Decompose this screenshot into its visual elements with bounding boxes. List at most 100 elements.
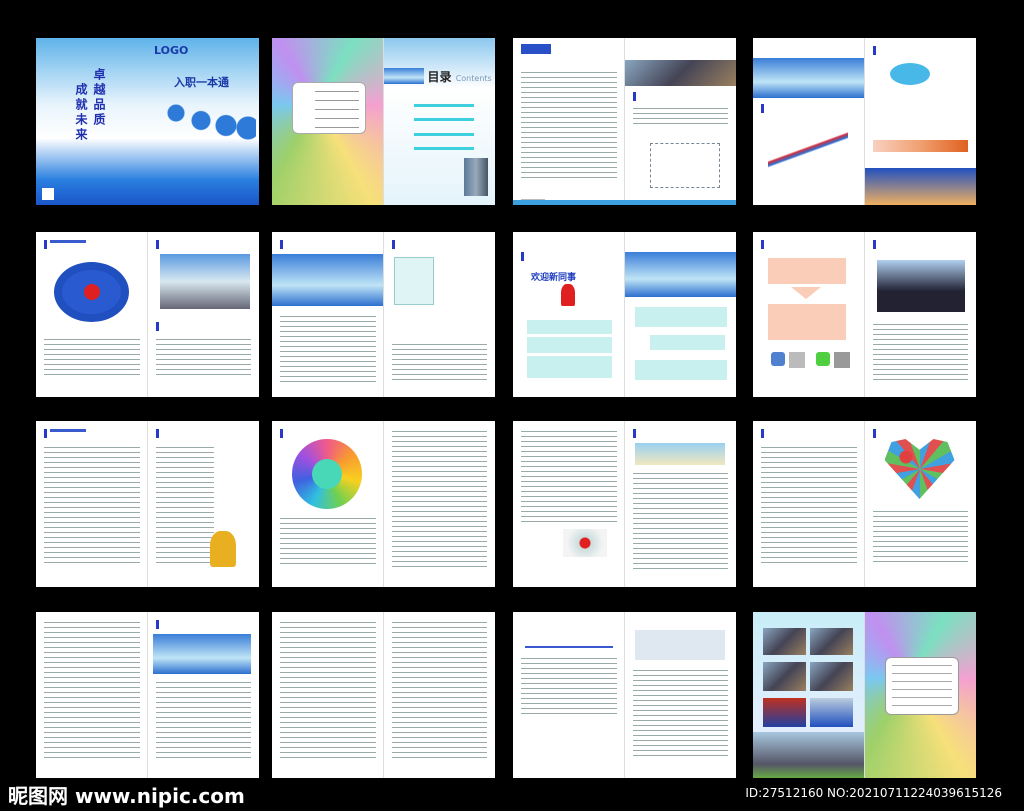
heading-marker	[280, 429, 283, 438]
toc-item[interactable]	[413, 104, 474, 107]
heading-marker	[155, 429, 159, 438]
page	[36, 612, 148, 778]
values-spread	[36, 232, 259, 397]
page	[513, 38, 625, 205]
info-form	[292, 82, 366, 134]
building-photos	[624, 60, 736, 86]
page	[36, 232, 148, 397]
form-lines[interactable]	[632, 668, 728, 760]
heading-marker	[761, 104, 764, 113]
contents-page: 目录 Contents	[383, 38, 495, 205]
note-box	[768, 258, 846, 284]
philosophy-spread	[272, 232, 495, 397]
team-illustration	[563, 529, 607, 557]
body-text	[155, 680, 251, 760]
heading-marker	[632, 92, 636, 101]
page	[625, 612, 737, 778]
cover-page: LOGO 入职一本通 卓越品质 成就未来	[36, 38, 259, 205]
down-arrow-icon	[791, 287, 821, 299]
tip-box	[634, 360, 727, 380]
section-tag	[521, 44, 551, 54]
body-text	[44, 445, 140, 567]
welcome-heading: 欢迎新同事	[531, 273, 577, 283]
heading	[50, 240, 86, 243]
event-photo	[810, 628, 853, 655]
event-photo	[763, 662, 806, 691]
compass-image	[152, 634, 251, 674]
toc-item[interactable]	[413, 147, 474, 150]
body-text	[44, 337, 140, 379]
buildings-image	[463, 158, 488, 196]
heading-marker	[632, 429, 636, 438]
page	[272, 612, 384, 778]
body-text	[632, 471, 728, 569]
slogan-left: 成就未来	[74, 83, 88, 143]
conduct-spread	[36, 612, 259, 778]
page	[513, 421, 625, 587]
etiquette-spread	[753, 232, 976, 397]
toc-item[interactable]	[413, 133, 474, 136]
body-text	[391, 429, 487, 569]
page	[36, 421, 148, 587]
heading-marker	[155, 322, 159, 331]
notice-spread	[513, 612, 736, 778]
back-cover-poly	[864, 612, 976, 778]
page: 欢迎新同事	[513, 232, 625, 397]
page	[272, 421, 384, 587]
contents-title-cn: 目录	[427, 70, 452, 84]
heading-marker	[44, 429, 47, 438]
center-badge	[84, 284, 100, 300]
factory-photo	[753, 732, 864, 778]
wechat-icon[interactable]	[816, 352, 830, 366]
logo: LOGO	[154, 44, 189, 57]
coins-image	[634, 443, 725, 465]
info-box	[527, 320, 612, 334]
heading-marker	[391, 240, 395, 249]
benefits-wheel	[292, 439, 362, 509]
bell-icon	[209, 531, 236, 567]
vision-diagram	[889, 63, 930, 85]
body-text	[391, 620, 487, 760]
heading-marker	[872, 240, 876, 249]
page	[384, 232, 496, 397]
heading-marker	[872, 46, 876, 55]
heading-marker	[155, 240, 159, 249]
body-text	[155, 445, 214, 567]
body-text	[391, 342, 487, 380]
footer-wave	[513, 200, 736, 205]
company-spread	[513, 38, 736, 205]
attendance-spread	[36, 421, 259, 587]
header-image	[383, 68, 424, 84]
body-text	[155, 337, 251, 379]
page	[624, 232, 737, 397]
page	[148, 232, 260, 397]
photo-page	[753, 612, 865, 778]
page	[753, 232, 865, 397]
qq-icon[interactable]	[771, 352, 785, 366]
eagle-sea-image	[753, 58, 864, 98]
welcome-spread: 欢迎新同事	[513, 232, 736, 397]
labor-spread	[753, 421, 976, 587]
contents-title: 目录 Contents	[428, 68, 492, 85]
page	[625, 421, 737, 587]
contents-spread: 目录 Contents	[272, 38, 495, 205]
geese-image	[272, 254, 383, 306]
heading-marker	[761, 240, 764, 249]
body-text	[872, 509, 968, 564]
contents-title-en: Contents	[455, 74, 492, 83]
heading-underline	[525, 646, 613, 648]
page	[864, 38, 977, 205]
back-cover-poly	[272, 38, 384, 205]
lighthouse-image	[864, 168, 976, 205]
growth-arrow	[768, 118, 848, 178]
toc-item[interactable]	[413, 118, 474, 121]
compensation-spread	[272, 421, 495, 587]
notes-box	[884, 657, 959, 715]
qr-code	[834, 352, 850, 368]
event-photo	[810, 698, 853, 727]
tip-box	[649, 335, 725, 350]
page	[272, 232, 384, 397]
body-text	[521, 656, 617, 716]
watermark-id: ID:27512160 NO:20210711224039615126	[745, 786, 1002, 800]
body-text	[632, 106, 728, 124]
